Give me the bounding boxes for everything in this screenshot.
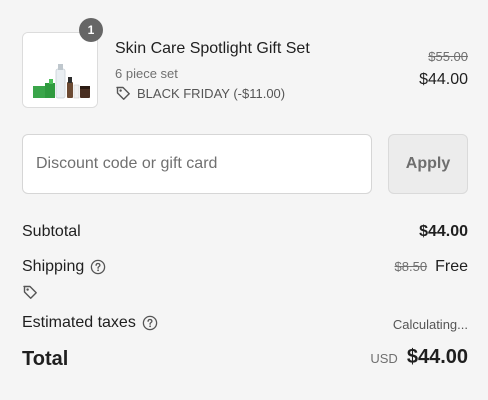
discount-form: Apply xyxy=(22,134,468,194)
product-photo-icon xyxy=(23,33,97,107)
product-discount: BLACK FRIDAY (-$11.00) xyxy=(115,85,285,101)
total-values: USD $44.00 xyxy=(370,346,468,369)
shipping-row: Shipping $8.50 Free xyxy=(22,255,468,279)
shipping-discount-tag xyxy=(22,284,38,305)
taxes-label: Estimated taxes xyxy=(22,314,136,331)
tag-icon xyxy=(23,285,37,299)
shipping-label: Shipping xyxy=(22,258,85,275)
product-thumbnail xyxy=(22,32,98,108)
taxes-value: Calculating... xyxy=(392,317,468,332)
discount-code-label: BLACK FRIDAY (-$11.00) xyxy=(137,85,286,101)
total-label: Total xyxy=(22,348,69,370)
apply-button[interactable]: Apply xyxy=(388,134,468,194)
total-amount: $44.00 xyxy=(406,346,468,368)
subtotal-row: Subtotal $44.00 xyxy=(22,220,468,244)
total-row: Total USD $44.00 xyxy=(22,346,468,376)
quantity-badge: 1 xyxy=(79,18,103,42)
tag-icon xyxy=(116,86,130,100)
discount-code-input[interactable] xyxy=(22,134,372,194)
product-price: $44.00 xyxy=(419,71,468,88)
shipping-values: $8.50 Free xyxy=(395,258,468,276)
product-variant: 6 piece set xyxy=(115,66,178,81)
subtotal-value: $44.00 xyxy=(419,223,468,240)
question-circle-icon[interactable] xyxy=(90,259,106,275)
subtotal-label: Subtotal xyxy=(22,223,81,240)
shipping-value: Free xyxy=(435,258,468,275)
shipping-compare-price: $8.50 xyxy=(394,259,428,274)
total-currency: USD xyxy=(370,351,398,366)
question-circle-icon[interactable] xyxy=(142,315,158,331)
line-item: 1 Skin Care Spotlight Gift Set 6 piece s… xyxy=(22,18,468,110)
product-name: Skin Care Spotlight Gift Set xyxy=(115,40,310,57)
taxes-row: Estimated taxes Calculating... xyxy=(22,311,468,335)
product-compare-price: $55.00 xyxy=(428,49,468,64)
